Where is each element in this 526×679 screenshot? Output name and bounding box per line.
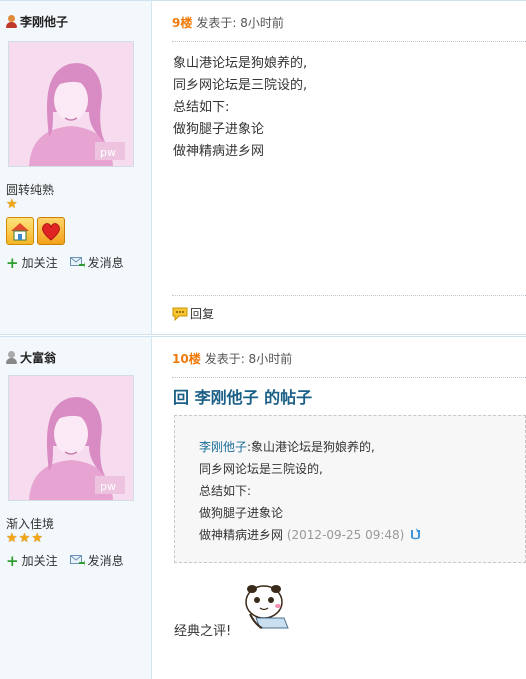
footer-divider — [172, 295, 526, 296]
body-line: 做神精病进乡网 — [173, 144, 265, 159]
quote-author-link[interactable]: 李刚他子 — [199, 440, 247, 454]
quote-line: 做狗腿子进象论 — [199, 506, 284, 520]
author-sidebar: 大富翁 pw 渐入佳境 ★ ★ ★ + 加关注 发消息 — [0, 337, 152, 679]
post-content-area: 9楼 发表于: 8小时前 象山港论坛是狗娘养的, 同乡网论坛是三院设的, 总结如下… — [152, 1, 526, 334]
post-content-area: 10楼 发表于: 8小时前 回 李刚他子 的帖子 李刚他子:象山港论坛是狗娘养的,… — [152, 337, 526, 679]
post-floor-10: 大富翁 pw 渐入佳境 ★ ★ ★ + 加关注 发消息 10楼 发表于: 8小时… — [0, 336, 526, 679]
body-line: 总结如下: — [173, 100, 230, 115]
message-icon — [69, 257, 85, 268]
post-body: 经典之评! — [174, 624, 232, 639]
avatar[interactable]: pw — [8, 375, 134, 501]
post-header: 10楼 发表于: 8小时前 — [172, 350, 292, 367]
user-actions: + 加关注 发消息 — [6, 552, 124, 569]
header-divider — [172, 41, 526, 42]
follow-button[interactable]: + 加关注 — [6, 552, 58, 569]
post-time: 发表于: 8小时前 — [204, 352, 293, 366]
body-line: 做狗腿子进象论 — [173, 122, 265, 137]
quote-first-line: 李刚他子:象山港论坛是狗娘养的, — [199, 440, 375, 454]
plus-icon: + — [6, 551, 19, 570]
medals — [6, 217, 65, 245]
post-floor-9: 李刚他子 pw 圆转纯熟 ★ + 加关注 发消息 9楼 发表于: 8小时前 象山… — [0, 0, 526, 335]
floor-number[interactable]: 10楼 — [172, 352, 201, 366]
rank-stars: ★ — [6, 198, 18, 211]
author-header: 李刚他子 — [6, 13, 68, 30]
send-message-button[interactable]: 发消息 — [69, 552, 124, 569]
username[interactable]: 大富翁 — [20, 349, 56, 366]
header-divider — [172, 377, 526, 378]
message-icon — [69, 555, 85, 566]
star-icon: ★ — [6, 531, 18, 546]
send-message-button[interactable]: 发消息 — [69, 254, 124, 271]
home-medal-icon[interactable] — [6, 217, 34, 245]
panda-emoticon — [240, 582, 295, 634]
star-icon: ★ — [31, 531, 43, 546]
jump-to-post-icon[interactable] — [408, 527, 423, 542]
quote-last-line: 做神精病进乡网 (2012-09-25 09:48) — [199, 524, 423, 546]
body-line: 同乡网论坛是三院设的, — [173, 78, 308, 93]
user-rank: 渐入佳境 — [6, 517, 55, 531]
reply-bubble-icon — [172, 307, 188, 321]
svg-text:pw: pw — [100, 146, 116, 159]
user-actions: + 加关注 发消息 — [6, 254, 124, 271]
floor-number[interactable]: 9楼 — [172, 16, 192, 30]
follow-button[interactable]: + 加关注 — [6, 254, 58, 271]
author-sidebar: 李刚他子 pw 圆转纯熟 ★ + 加关注 发消息 — [0, 1, 152, 334]
quote-time: (2012-09-25 09:48) — [286, 528, 405, 542]
body-line: 象山港论坛是狗娘养的, — [173, 56, 308, 71]
rank-stars: ★ ★ ★ — [6, 532, 43, 545]
author-header: 大富翁 — [6, 349, 56, 366]
star-icon: ★ — [6, 197, 18, 212]
heart-medal-icon[interactable] — [37, 217, 65, 245]
post-header: 9楼 发表于: 8小时前 — [172, 14, 284, 31]
svg-text:pw: pw — [100, 480, 116, 493]
reply-title: 回 李刚他子 的帖子 — [173, 388, 313, 407]
quote-line: 总结如下: — [199, 484, 252, 498]
quote-content: 李刚他子:象山港论坛是狗娘养的, 同乡网论坛是三院设的, 总结如下: 做狗腿子进… — [199, 436, 423, 546]
username[interactable]: 李刚他子 — [20, 13, 68, 30]
plus-icon: + — [6, 253, 19, 272]
post-body: 象山港论坛是狗娘养的, 同乡网论坛是三院设的, 总结如下: 做狗腿子进象论 做神… — [173, 53, 307, 163]
user-rank: 圆转纯熟 — [6, 183, 55, 197]
star-icon: ★ — [18, 531, 31, 546]
avatar[interactable]: pw — [8, 41, 134, 167]
female-user-icon — [6, 15, 17, 28]
post-time: 发表于: 8小时前 — [196, 16, 284, 30]
reply-button[interactable]: 回复 — [172, 305, 214, 322]
user-icon — [6, 351, 17, 364]
quote-line: 同乡网论坛是三院设的, — [199, 462, 323, 476]
quote-box: 李刚他子:象山港论坛是狗娘养的, 同乡网论坛是三院设的, 总结如下: 做狗腿子进… — [174, 415, 526, 563]
